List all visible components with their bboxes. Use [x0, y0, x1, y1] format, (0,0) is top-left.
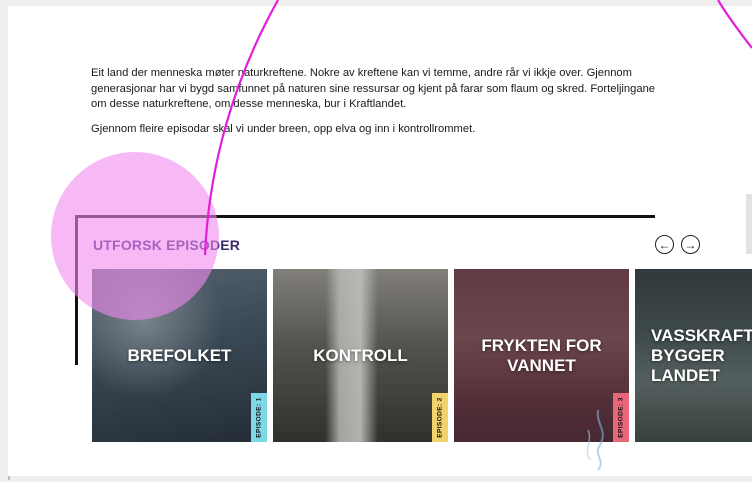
episode-card-4[interactable]: VASSKRAFT BYGGER LANDET — [635, 269, 752, 442]
episode-title-1: BREFOLKET — [127, 345, 232, 365]
frame-left-line — [75, 215, 78, 365]
water-splash-decoration — [586, 410, 604, 470]
episode-card-1[interactable]: BREFOLKET EPISODE: 1 — [92, 269, 267, 442]
next-card-edge — [746, 194, 752, 254]
episode-tag-1: EPISODE: 1 — [251, 393, 267, 442]
episode-title-2: KONTROLL — [313, 345, 408, 365]
page: Eit land der menneska møter naturkreften… — [8, 6, 752, 476]
intro-text: Eit land der menneska møter naturkreften… — [91, 66, 671, 146]
corner-mark — [8, 476, 10, 480]
intro-paragraph-2: Gjennom fleire episodar skal vi under br… — [91, 122, 476, 135]
arrow-left-icon: ← — [658, 237, 671, 252]
carousel-next-button[interactable]: → — [681, 235, 700, 254]
episode-card-2[interactable]: KONTROLL EPISODE: 2 — [273, 269, 448, 442]
episode-tag-2: EPISODE: 2 — [432, 393, 448, 442]
episode-title-4: VASSKRAFT BYGGER LANDET — [651, 325, 752, 385]
carousel-prev-button[interactable]: ← — [655, 235, 674, 254]
frame-top-line — [75, 215, 655, 218]
episode-title-3: FRYKTEN FOR VANNET — [481, 335, 602, 375]
intro-paragraph-1: Eit land der menneska møter naturkreften… — [91, 67, 656, 110]
section-title: UTFORSK EPISODER — [93, 237, 241, 253]
arrow-right-icon: → — [684, 237, 697, 252]
